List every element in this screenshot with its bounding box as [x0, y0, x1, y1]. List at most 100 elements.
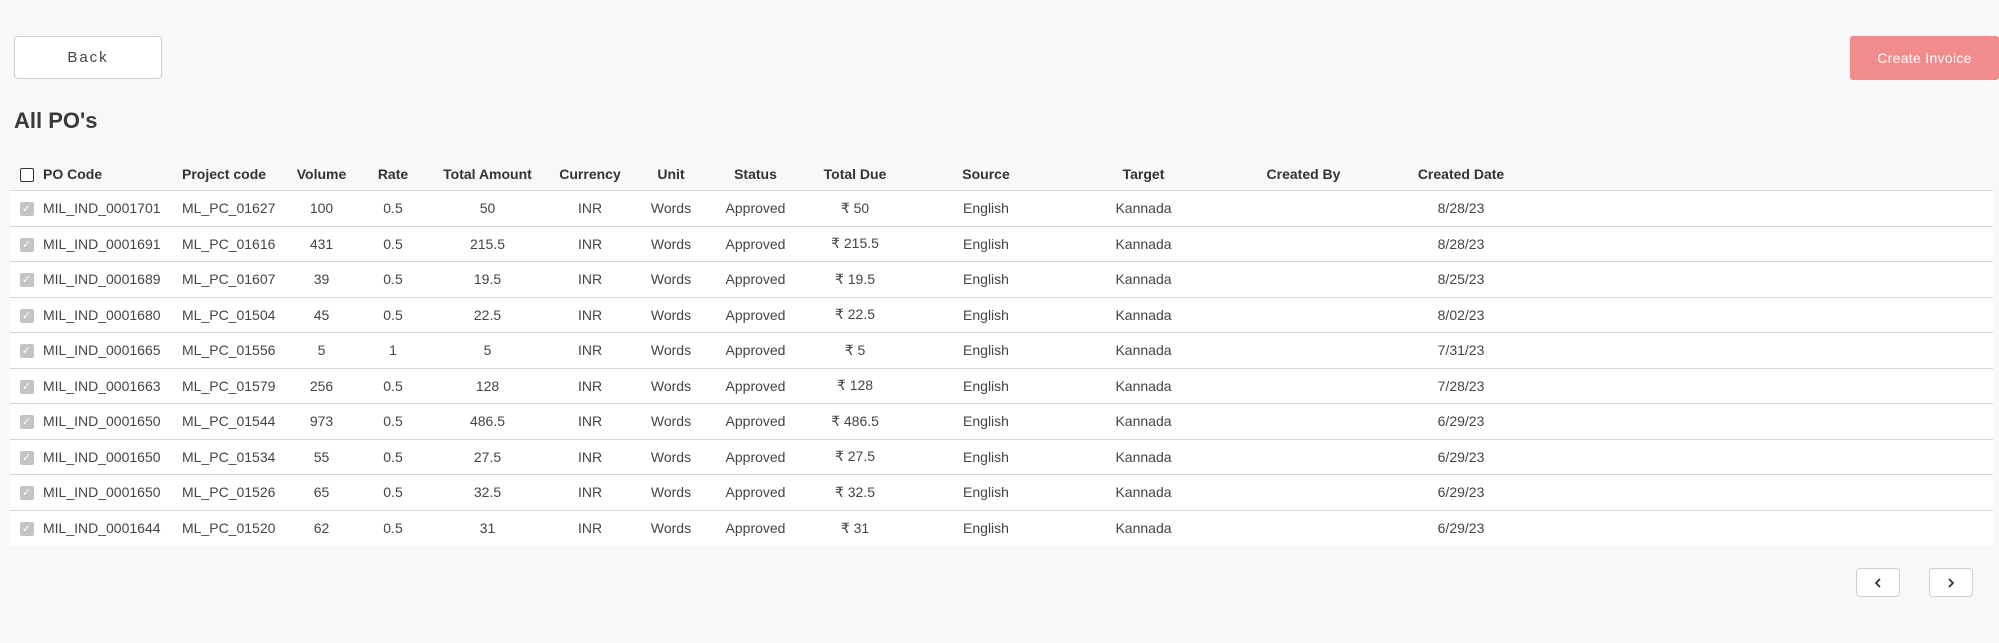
table-row[interactable]: ✓ MIL_IND_0001644 ML_PC_01520 62 0.5 31 INR Wor… — [10, 510, 1993, 546]
created-date-cell: 8/25/23 — [1381, 261, 1541, 298]
po-table: PO Code Project code Volume Rate Total A… — [10, 158, 1993, 546]
rate-cell: 0.5 — [361, 226, 425, 262]
table-row[interactable]: ✓ MIL_IND_0001663 ML_PC_01579 256 0.5 128 INR W… — [10, 368, 1993, 404]
total-amount-cell: 22.5 — [425, 297, 550, 333]
volume-cell: 55 — [282, 439, 361, 475]
row-select-cell[interactable]: ✓ — [10, 474, 43, 511]
spacer-cell — [1541, 403, 1993, 440]
po-code-cell: MIL_IND_0001663 — [43, 368, 182, 404]
row-select-cell[interactable]: ✓ — [10, 226, 43, 262]
total-due-cell: ₹ 50 — [799, 190, 911, 227]
total-amount-cell: 32.5 — [425, 474, 550, 511]
row-checkbox[interactable]: ✓ — [19, 415, 34, 430]
table-row[interactable]: ✓ MIL_IND_0001650 ML_PC_01534 55 0.5 27.5 INR W… — [10, 439, 1993, 475]
source-cell: English — [911, 368, 1061, 404]
table-row[interactable]: ✓ MIL_IND_0001665 ML_PC_01556 5 1 5 INR Words Ap… — [10, 332, 1993, 369]
row-select-cell[interactable]: ✓ — [10, 190, 43, 227]
prev-page-button[interactable] — [1856, 568, 1900, 597]
status-cell: Approved — [712, 368, 799, 404]
source-cell: English — [963, 520, 1009, 536]
total-due-cell: ₹ 486.5 — [799, 403, 911, 440]
row-checkbox[interactable]: ✓ — [19, 237, 34, 252]
currency-cell: INR — [550, 368, 630, 404]
po-code-cell: MIL_IND_0001689 — [43, 261, 182, 298]
po-code-cell: MIL_IND_0001644 — [43, 520, 161, 536]
project-code-cell: ML_PC_01544 — [182, 403, 282, 440]
row-checkbox[interactable]: ✓ — [19, 379, 34, 394]
row-select-cell[interactable]: ✓ — [10, 332, 43, 369]
status-cell: Approved — [712, 261, 799, 298]
unit-cell: Words — [630, 474, 712, 511]
project-code-cell: ML_PC_01526 — [182, 474, 282, 511]
unit-cell: Words — [630, 403, 712, 440]
table-row[interactable]: ✓ MIL_IND_0001691 ML_PC_01616 431 0.5 215.5 IN… — [10, 226, 1993, 262]
column-header: Source — [911, 158, 1061, 191]
rate-cell: 0.5 — [361, 368, 425, 404]
source-cell: English — [911, 297, 1061, 333]
column-header: Currency — [550, 158, 630, 191]
target-cell: Kannada — [1061, 332, 1226, 369]
created-date-cell: 6/29/23 — [1381, 403, 1541, 440]
source-cell: English — [911, 261, 1061, 298]
total-due-cell: ₹ 128 — [799, 368, 911, 404]
total-due-cell: ₹ 5 — [799, 332, 911, 369]
row-select-cell[interactable]: ✓ — [10, 261, 43, 298]
status-cell: Approved — [712, 297, 799, 333]
table-row[interactable]: ✓ MIL_IND_0001650 ML_PC_01544 973 0.5 486.5 IN… — [10, 403, 1993, 440]
unit-cell: Words — [630, 439, 712, 475]
source-cell: English — [911, 403, 1061, 440]
status-cell: Approved — [712, 474, 799, 511]
total-amount-cell: 27.5 — [425, 439, 550, 475]
created-date-cell: 6/29/23 — [1381, 474, 1541, 511]
column-header: Total Due — [799, 158, 911, 191]
total-due-cell: ₹ 32.5 — [799, 474, 911, 511]
table-row[interactable]: ✓ MIL_IND_0001650 ML_PC_01526 65 0.5 32.5 INR W… — [10, 474, 1993, 511]
back-button[interactable]: Back — [14, 36, 162, 79]
column-header: Total Amount — [425, 158, 550, 191]
target-cell: Kannada — [1061, 439, 1226, 475]
row-checkbox[interactable]: ✓ — [19, 202, 34, 217]
chevron-left-icon — [1875, 578, 1881, 587]
po-code-cell: MIL_IND_0001680 — [43, 297, 182, 333]
row-select-cell[interactable]: ✓ — [10, 439, 43, 475]
total-due-cell: ₹ 31 — [840, 519, 870, 536]
currency-cell: INR — [550, 190, 630, 227]
rate-cell: 0.5 — [361, 261, 425, 298]
row-checkbox[interactable]: ✓ — [19, 522, 34, 537]
column-header: Created By — [1226, 158, 1381, 191]
table-row[interactable]: ✓ MIL_IND_0001689 ML_PC_01607 39 0.5 19.5 INR W… — [10, 261, 1993, 298]
row-checkbox[interactable]: ✓ — [19, 308, 34, 323]
select-all-checkbox[interactable] — [19, 168, 34, 183]
row-select-cell[interactable]: ✓ — [10, 368, 43, 404]
currency-cell: INR — [550, 297, 630, 333]
target-cell: Kannada — [1061, 190, 1226, 227]
row-select-cell[interactable]: ✓ — [10, 403, 43, 440]
rate-cell: 1 — [361, 332, 425, 369]
row-checkbox[interactable]: ✓ — [19, 344, 34, 359]
row-checkbox[interactable]: ✓ — [19, 273, 34, 288]
currency-cell: INR — [550, 439, 630, 475]
row-select-cell[interactable]: ✓ — [10, 297, 43, 333]
table-row[interactable]: ✓ MIL_IND_0001680 ML_PC_01504 45 0.5 22.5 INR W… — [10, 297, 1993, 333]
chevron-right-icon — [1948, 578, 1954, 587]
status-cell: Approved — [712, 439, 799, 475]
created-by-cell — [1226, 510, 1381, 546]
row-checkbox[interactable]: ✓ — [19, 486, 34, 501]
currency-cell: INR — [550, 226, 630, 262]
row-select-cell[interactable]: ✓ — [10, 510, 43, 546]
rate-cell: 0.5 — [361, 297, 425, 333]
spacer-cell — [1541, 297, 1993, 333]
created-date-cell: 7/31/23 — [1381, 332, 1541, 369]
next-page-button[interactable] — [1929, 568, 1973, 597]
source-cell: English — [911, 474, 1061, 511]
select-all-header[interactable] — [10, 158, 43, 191]
unit-cell: Words — [630, 190, 712, 227]
created-date-cell: 8/28/23 — [1381, 226, 1541, 262]
currency-cell: INR — [550, 403, 630, 440]
created-date-cell: 8/28/23 — [1381, 190, 1541, 227]
row-checkbox[interactable]: ✓ — [19, 450, 34, 465]
source-cell: English — [911, 226, 1061, 262]
project-code-cell: ML_PC_01504 — [182, 297, 282, 333]
table-row[interactable]: ✓ MIL_IND_0001701 ML_PC_01627 100 0.5 50 INR Wo… — [10, 190, 1993, 227]
create-invoice-button[interactable]: Create Invoice — [1850, 36, 1999, 80]
